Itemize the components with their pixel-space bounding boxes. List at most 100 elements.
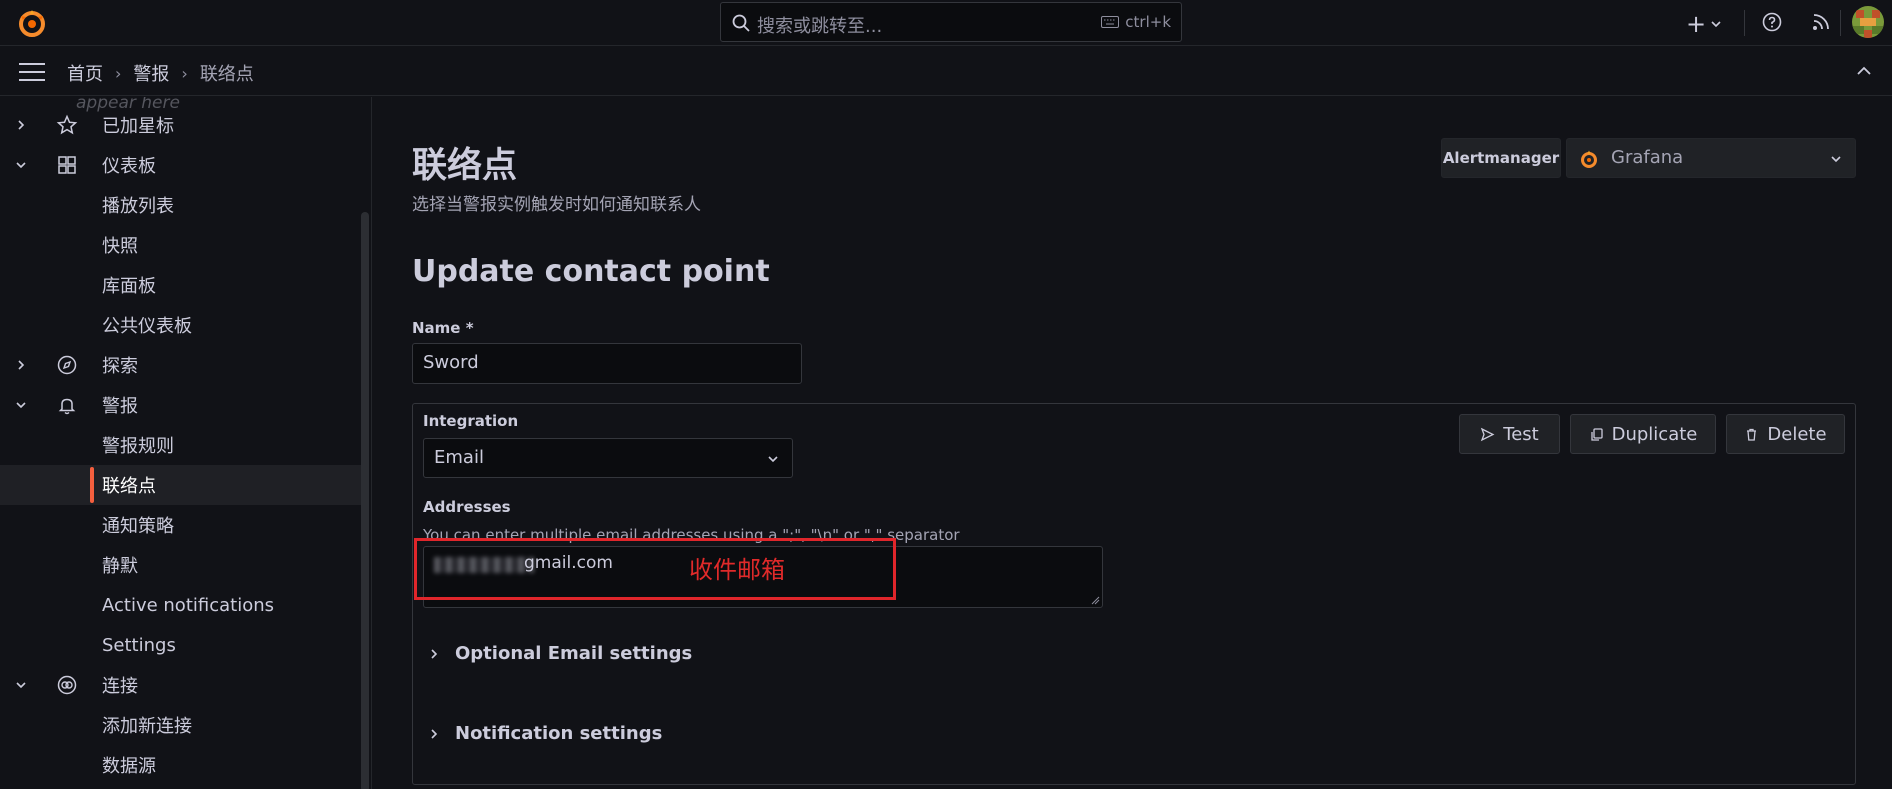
chevron-right-icon: › [115,63,122,83]
search-input[interactable]: 搜索或跳转至... ctrl+k [720,2,1182,42]
chevron-down-icon[interactable] [14,158,28,172]
sidebar-item-label: 探索 [102,356,138,377]
sidebar-item-label: 联络点 [102,476,156,497]
sidebar-item-silences[interactable]: 静默 [0,545,362,585]
sidebar-item-connections[interactable]: 连接 [0,665,362,705]
main-content: 联络点 选择当警报实例触发时如何通知联系人 Alertmanager Grafa… [412,97,1856,789]
addresses-label: Addresses [423,498,511,516]
sidebar-item-library-panels[interactable]: 库面板 [0,265,362,305]
sidebar-item-label: 连接 [102,676,138,697]
chevron-right-icon[interactable] [14,118,28,132]
sidebar-item-add-connection[interactable]: 添加新连接 [0,705,362,745]
alertmanager-select[interactable]: Grafana [1566,138,1856,178]
name-label: Name * [412,319,474,337]
integration-select[interactable]: Email [423,438,793,478]
chevron-up-icon[interactable] [1854,61,1874,81]
alertmanager-value: Grafana [1611,147,1684,168]
integration-label: Integration [423,412,519,430]
compass-icon [57,355,77,375]
chevron-right-icon [431,728,438,739]
trash-icon [1747,428,1757,441]
sidebar-item-contact-points[interactable]: 联络点 [0,465,362,505]
avatar-icon [1852,6,1884,38]
integration-panel: Integration Email Test Duplicate Delete … [412,403,1856,785]
chevron-right-icon: › [181,63,188,83]
sidebar-item-label: 播放列表 [102,196,174,217]
annotation-highlight-box [414,538,896,600]
chevron-down-icon [1711,21,1721,28]
sidebar-item-label: 快照 [102,236,138,257]
form-title: Update contact point [412,254,770,289]
grafana-icon [1581,150,1597,168]
name-input[interactable]: Sword [412,343,802,384]
sidebar-item-label: 仪表板 [102,156,156,177]
menu-toggle-icon[interactable] [19,63,45,81]
breadcrumb-current: 联络点 [199,64,254,85]
sidebar-item-data-sources[interactable]: 数据源 [0,745,362,785]
test-button[interactable]: Test [1459,414,1560,454]
sidebar-item-explore[interactable]: 探索 [0,345,362,385]
plus-icon: + [1686,10,1707,38]
integration-value: Email [434,447,484,468]
top-bar: 搜索或跳转至... ctrl+k + [0,0,1892,46]
page-title: 联络点 [412,146,518,186]
grafana-logo-icon[interactable] [17,8,47,38]
send-icon [1481,427,1495,441]
annotation-label: 收件邮箱 [689,556,785,584]
chevron-down-icon [768,456,778,463]
bell-icon [58,398,76,415]
chevron-down-icon[interactable] [14,678,28,692]
rss-news-icon[interactable] [1810,11,1832,33]
sidebar-item-starred[interactable]: 已加星标 [0,105,362,145]
sidebar-item-label: Active notifications [102,594,275,616]
sidebar-item-label: 数据源 [102,756,156,777]
copy-icon [1590,427,1603,441]
sidebar-item-public-dashboards[interactable]: 公共仪表板 [0,305,362,345]
star-icon [56,114,78,135]
user-avatar[interactable] [1852,6,1884,38]
sidebar-item-label: 警报规则 [102,436,174,457]
sidebar-item-label: 已加星标 [102,116,174,137]
sidebar-item-active-notifications[interactable]: Active notifications [0,585,362,625]
delete-button[interactable]: Delete [1726,414,1845,454]
search-shortcut: ctrl+k [1101,13,1171,31]
sidebar-item-label: 添加新连接 [102,716,192,737]
divider [1840,10,1841,36]
sidebar-item-alert-rules[interactable]: 警报规则 [0,425,362,465]
chevron-right-icon[interactable] [14,358,28,372]
optional-email-settings-toggle[interactable]: Optional Email settings [427,643,692,664]
alertmanager-label: Alertmanager [1441,138,1561,178]
page-subtitle: 选择当警报实例触发时如何通知联系人 [412,195,701,215]
chevron-down-icon[interactable] [14,398,28,412]
sidebar-item-dashboards[interactable]: 仪表板 [0,145,362,185]
sidebar-item-label: Settings [102,634,176,656]
link-icon [57,675,77,695]
chevron-down-icon [1831,156,1841,163]
notification-settings-toggle[interactable]: Notification settings [427,723,662,744]
sidebar-item-label: 库面板 [102,276,156,297]
sidebar-item-settings[interactable]: Settings [0,625,362,665]
sidebar-scrollbar[interactable] [361,212,369,789]
breadcrumb-bar: 首页 › 警报 › 联络点 [0,47,1892,96]
breadcrumb-alerting[interactable]: 警报 [133,60,169,86]
keyboard-icon [1101,16,1120,28]
sidebar-item-label: 警报 [102,396,138,417]
sidebar-item-snapshots[interactable]: 快照 [0,225,362,265]
breadcrumb-home[interactable]: 首页 [67,60,103,86]
sidebar-item-label: 静默 [102,556,138,577]
sidebar-nav: appear here 已加星标 仪表板 播放列表 快照 库面板 公共仪表板 探… [0,97,372,789]
sidebar-item-playlists[interactable]: 播放列表 [0,185,362,225]
sidebar-item-label: 通知策略 [102,516,174,537]
sidebar-item-notification-policies[interactable]: 通知策略 [0,505,362,545]
resize-handle-icon[interactable] [1090,595,1100,605]
new-button[interactable]: + [1686,10,1722,38]
sidebar-item-label: 公共仪表板 [102,316,192,337]
search-placeholder: 搜索或跳转至... [757,16,883,37]
divider [1744,10,1745,36]
breadcrumb: 首页 › 警报 › 联络点 [67,60,254,86]
help-icon[interactable] [1761,11,1783,33]
duplicate-button[interactable]: Duplicate [1570,414,1716,454]
sidebar-item-alerting[interactable]: 警报 [0,385,362,425]
chevron-right-icon [431,648,438,659]
apps-icon [58,156,76,174]
